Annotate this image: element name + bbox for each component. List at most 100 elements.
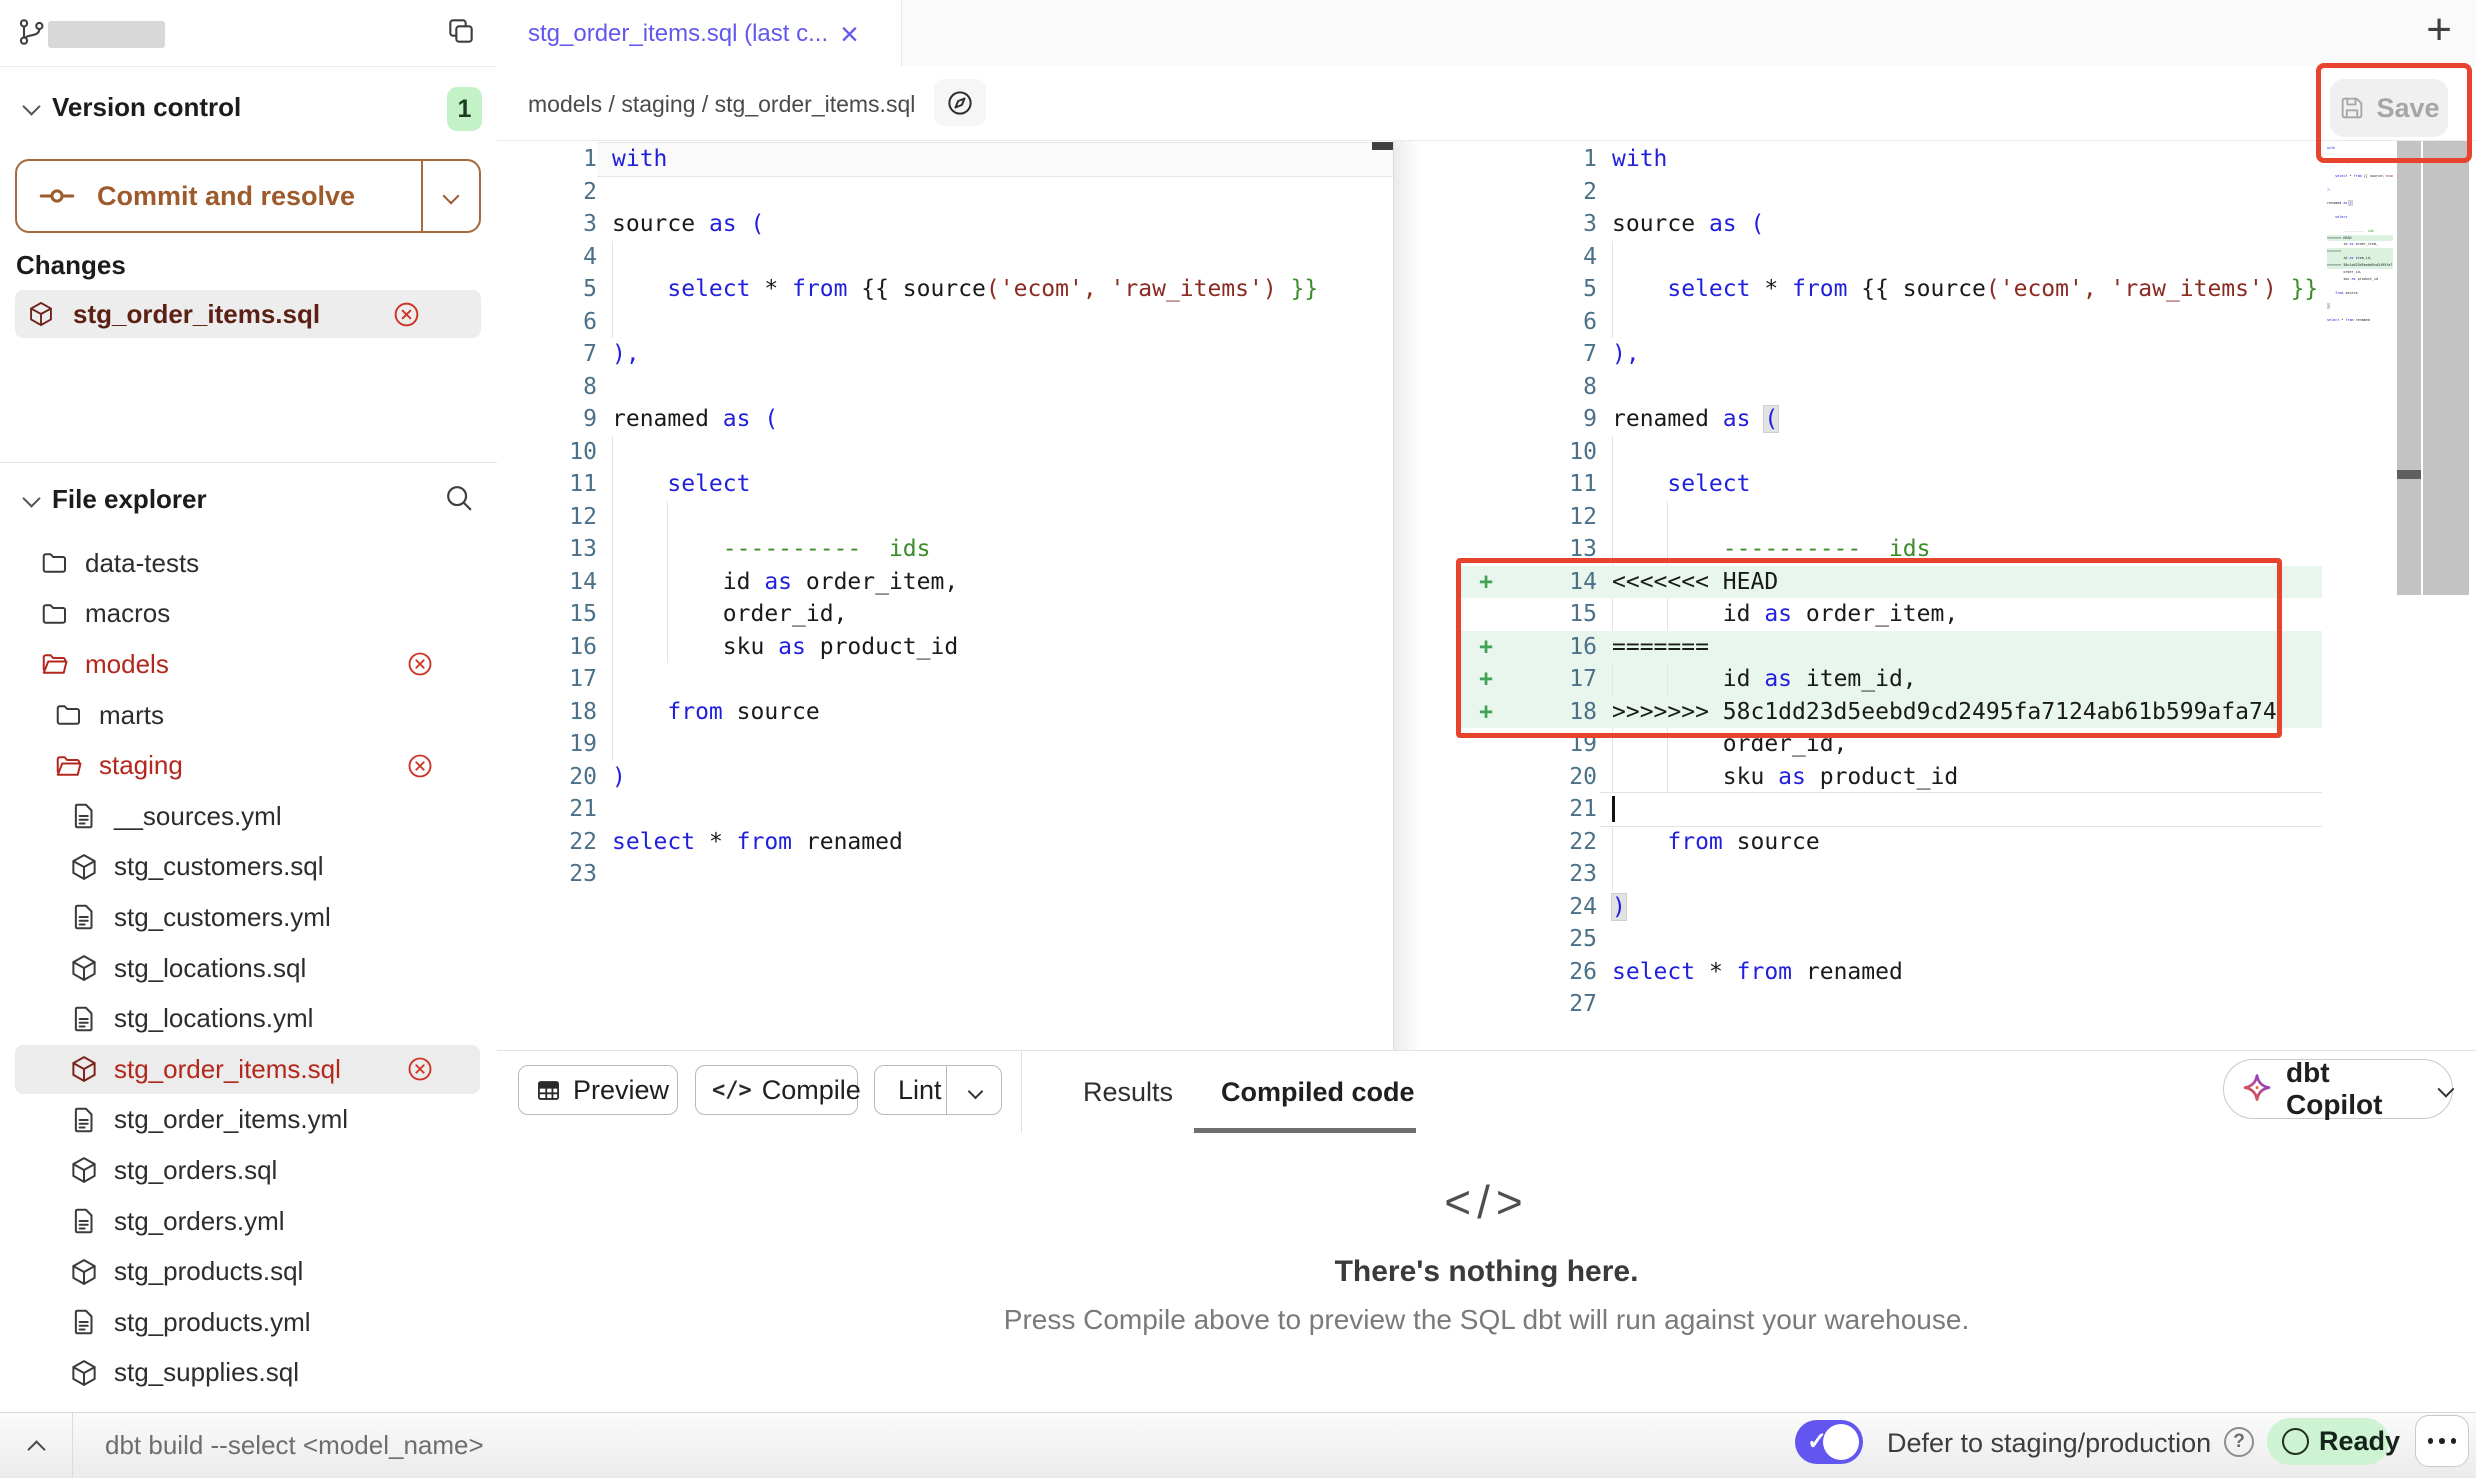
new-tab-button[interactable]: + (2426, 5, 2452, 55)
discard-change-icon[interactable] (392, 300, 421, 329)
file-item[interactable]: stg_customers.yml (0, 892, 496, 943)
save-button[interactable]: Save (2330, 79, 2448, 137)
file-item[interactable]: stg_order_items.sql (0, 1044, 496, 1095)
code-line[interactable]: 12 (497, 501, 1393, 534)
tab-results[interactable]: Results (1083, 1077, 1173, 1108)
code-line[interactable]: 13 ---------- ids (497, 533, 1393, 566)
file-item[interactable]: models (0, 639, 496, 690)
editor-pane-current[interactable]: 1with23source as (45 select * from {{ so… (1397, 143, 2322, 1021)
commit-dropdown-button[interactable] (421, 161, 479, 231)
code-line[interactable]: +18>>>>>>> 58c1dd23d5eebd9cd2495fa7124ab… (1397, 696, 2322, 729)
code-line[interactable]: 7), (497, 338, 1393, 371)
code-line[interactable]: 17 (497, 663, 1393, 696)
commit-and-resolve-button[interactable]: Commit and resolve (15, 159, 481, 233)
code-line[interactable]: 5 select * from {{ source('ecom', 'raw_i… (497, 273, 1393, 306)
file-item[interactable]: data-tests (0, 538, 496, 589)
lineage-compass-button[interactable] (934, 79, 986, 126)
discard-change-icon[interactable] (406, 752, 434, 780)
code-line[interactable]: 21 (497, 793, 1393, 826)
code-line[interactable]: 22select * from renamed (497, 826, 1393, 859)
code-line[interactable]: 10 (497, 436, 1393, 469)
code-line[interactable]: 15 order_id, (497, 598, 1393, 631)
window-scrollbar-track[interactable] (2423, 140, 2469, 595)
file-item[interactable]: stg_orders.sql (0, 1145, 496, 1196)
code-line[interactable]: 7), (1397, 338, 2322, 371)
file-item[interactable]: macros (0, 589, 496, 640)
code-line[interactable]: 5 select * from {{ source('ecom', 'raw_i… (1397, 273, 2322, 306)
lint-dropdown-chevron-icon[interactable] (968, 1084, 984, 1100)
compile-button[interactable]: </> Compile (695, 1065, 858, 1115)
code-line[interactable]: 18 from source (497, 696, 1393, 729)
code-line[interactable]: 11 select (497, 468, 1393, 501)
code-line[interactable]: 20 sku as product_id (1397, 761, 2322, 794)
file-item[interactable]: stg_locations.yml (0, 993, 496, 1044)
code-line[interactable]: 3source as ( (497, 208, 1393, 241)
code-line[interactable]: 8 (497, 371, 1393, 404)
minimap[interactable]: withsource as ( select * from {{ source(… (2327, 145, 2393, 337)
pane-divider[interactable] (1393, 140, 1394, 1050)
code-line[interactable]: 22 from source (1397, 826, 2322, 859)
more-options-button[interactable] (2415, 1415, 2469, 1467)
file-item[interactable]: marts (0, 690, 496, 741)
code-line[interactable]: 21 (1397, 793, 2322, 826)
version-control-collapse-chevron-icon[interactable] (25, 100, 38, 118)
code-line[interactable]: 14 id as order_item, (497, 566, 1393, 599)
help-icon[interactable]: ? (2224, 1427, 2254, 1457)
editor-pane-original[interactable]: 1with23source as (45 select * from {{ so… (497, 143, 1393, 891)
dbt-copilot-button[interactable]: dbt Copilot (2223, 1059, 2453, 1119)
close-tab-icon[interactable]: × (840, 18, 859, 50)
code-line[interactable]: 25 (1397, 923, 2322, 956)
preview-button[interactable]: Preview (518, 1065, 678, 1115)
file-item[interactable]: __sources.yml (0, 791, 496, 842)
command-input[interactable]: dbt build --select <model_name> (105, 1430, 484, 1461)
code-line[interactable]: 23 (497, 858, 1393, 891)
code-line[interactable]: 1with (497, 143, 1393, 176)
file-item[interactable]: stg_products.yml (0, 1297, 496, 1348)
code-line[interactable]: 1with (1397, 143, 2322, 176)
code-line[interactable]: 27 (1397, 988, 2322, 1021)
lint-button[interactable]: Lint (874, 1065, 1002, 1115)
discard-change-icon[interactable] (406, 650, 434, 678)
code-line[interactable]: 15 id as order_item, (1397, 598, 2322, 631)
tab-compiled-code[interactable]: Compiled code (1221, 1077, 1415, 1108)
copy-icon[interactable] (445, 15, 477, 47)
code-line[interactable]: 4 (1397, 241, 2322, 274)
code-line[interactable]: 9renamed as ( (1397, 403, 2322, 436)
file-explorer-collapse-chevron-icon[interactable] (25, 492, 38, 510)
code-line[interactable]: 19 order_id, (1397, 728, 2322, 761)
file-item[interactable]: stg_products.sql (0, 1246, 496, 1297)
code-line[interactable]: 4 (497, 241, 1393, 274)
file-item[interactable]: stg_orders.yml (0, 1196, 496, 1247)
collapse-panel-chevron-icon[interactable] (30, 1443, 43, 1461)
editor-scrollbar-track[interactable] (2397, 140, 2421, 595)
code-line[interactable]: +17 id as item_id, (1397, 663, 2322, 696)
code-line[interactable]: 12 (1397, 501, 2322, 534)
code-line[interactable]: 13 ---------- ids (1397, 533, 2322, 566)
code-line[interactable]: 23 (1397, 858, 2322, 891)
code-line[interactable]: 20) (497, 761, 1393, 794)
code-line[interactable]: 2 (497, 176, 1393, 209)
code-line[interactable]: 3source as ( (1397, 208, 2322, 241)
code-line[interactable]: 24) (1397, 891, 2322, 924)
code-line[interactable]: +16======= (1397, 631, 2322, 664)
code-line[interactable]: 6 (497, 306, 1393, 339)
left-pane-scrollbar-thumb[interactable] (1372, 142, 1393, 150)
code-line[interactable]: 2 (1397, 176, 2322, 209)
code-line[interactable]: 11 select (1397, 468, 2322, 501)
file-item[interactable]: stg_order_items.yml (0, 1095, 496, 1146)
file-item[interactable]: stg_customers.sql (0, 842, 496, 893)
code-line[interactable]: 9renamed as ( (497, 403, 1393, 436)
file-item[interactable]: staging (0, 740, 496, 791)
file-item[interactable]: stg_locations.sql (0, 943, 496, 994)
code-line[interactable]: 8 (1397, 371, 2322, 404)
code-line[interactable]: 10 (1397, 436, 2322, 469)
code-line[interactable]: 16 sku as product_id (497, 631, 1393, 664)
code-line[interactable]: 26select * from renamed (1397, 956, 2322, 989)
file-item[interactable]: stg_supplies.sql (0, 1348, 496, 1399)
defer-toggle[interactable]: ✓ (1795, 1420, 1863, 1464)
discard-change-icon[interactable] (406, 1055, 434, 1083)
changed-file-row[interactable]: stg_order_items.sql (15, 290, 481, 338)
search-icon[interactable] (442, 481, 475, 514)
tab-stg-order-items[interactable]: stg_order_items.sql (last c... × (497, 0, 902, 67)
editor-scrollbar-thumb[interactable] (2397, 470, 2421, 479)
